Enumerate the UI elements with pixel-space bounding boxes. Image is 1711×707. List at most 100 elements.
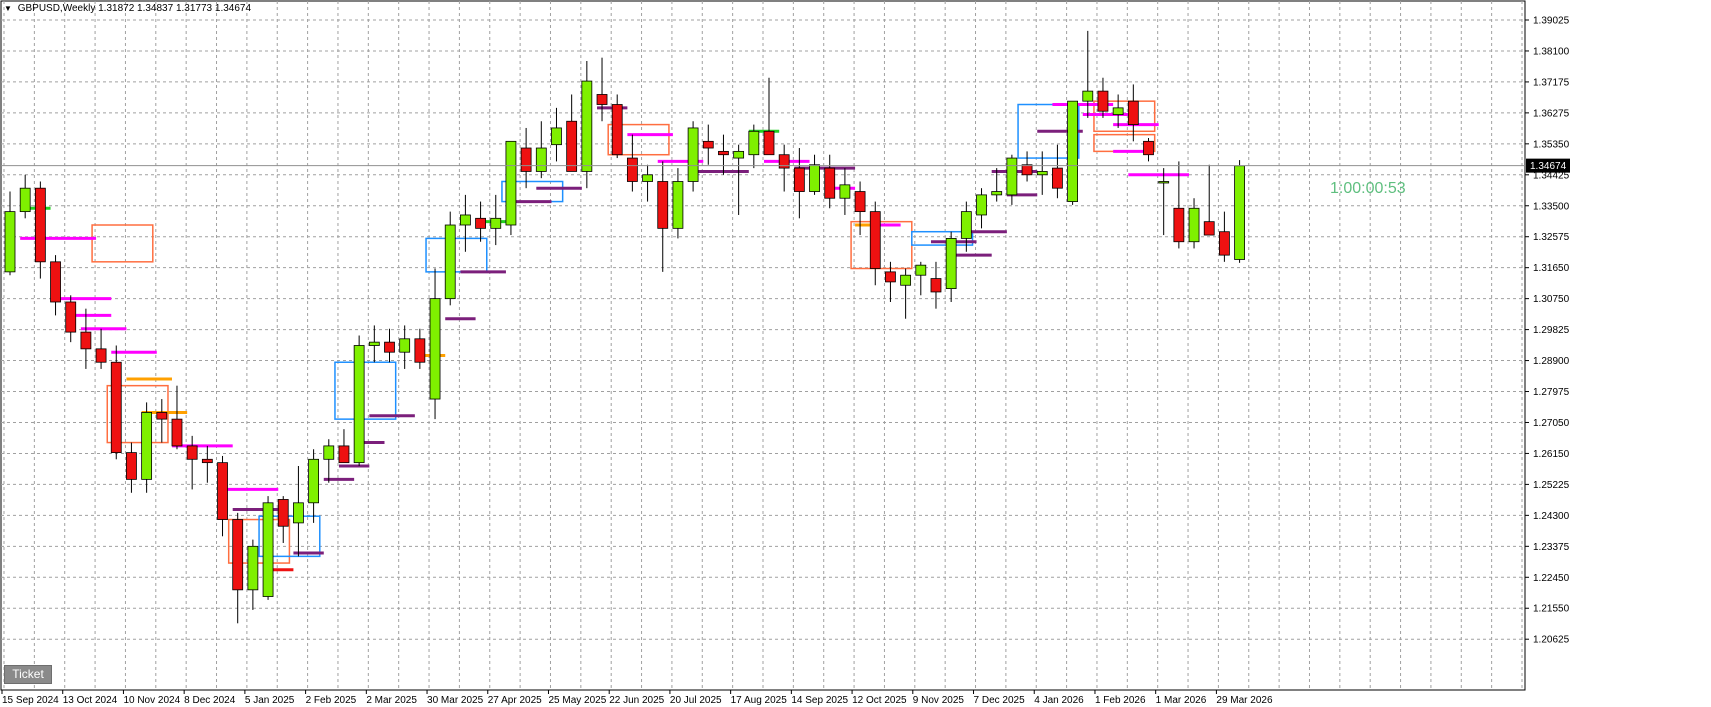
candle-body (262, 502, 274, 597)
y-tick-label: 1.29825 (1533, 325, 1570, 336)
candle-body (839, 184, 851, 199)
candle-body (1234, 165, 1245, 260)
x-tick-label: 13 Oct 2024 (63, 695, 118, 706)
candle-body (475, 217, 486, 229)
candle-body (1052, 167, 1063, 189)
symbol-label: GBPUSD,Weekly (17, 3, 96, 14)
candle-body (930, 278, 942, 293)
x-tick-label: 29 Mar 2026 (1216, 695, 1273, 706)
y-tick-label: 1.21550 (1533, 604, 1570, 615)
candle-body (626, 157, 638, 182)
x-tick-label: 9 Nov 2025 (913, 695, 965, 706)
candle-body (19, 187, 31, 213)
y-tick-label: 1.38100 (1533, 46, 1570, 57)
price-chart[interactable]: 1.390251.381001.371751.362751.353501.344… (0, 0, 1711, 707)
candle-body (1188, 207, 1200, 243)
y-tick-label: 1.39025 (1533, 16, 1570, 27)
y-tick-label: 1.33500 (1533, 201, 1570, 212)
candle-body (869, 211, 881, 269)
candle-body (95, 348, 107, 363)
y-tick-label: 1.37175 (1533, 77, 1570, 88)
candle-body (763, 130, 775, 156)
candle-body (718, 150, 729, 156)
candle-body (1097, 90, 1109, 112)
candle-body (399, 338, 411, 353)
y-tick-label: 1.24300 (1533, 511, 1570, 522)
candle-body (1219, 231, 1230, 256)
candle-body (232, 519, 244, 591)
candle-body (1082, 90, 1094, 102)
y-tick-label: 1.27975 (1533, 387, 1570, 398)
candle-body (657, 181, 669, 229)
x-tick-label: 27 Apr 2025 (488, 695, 542, 706)
x-tick-label: 5 Jan 2025 (245, 695, 295, 706)
candle-body (414, 338, 426, 363)
candle-body (384, 341, 395, 353)
candle-body (748, 130, 760, 156)
candle-body (611, 104, 623, 156)
candle-body (110, 361, 122, 454)
candle-body (900, 274, 912, 286)
candle-body (444, 224, 456, 300)
candle-body (535, 147, 547, 172)
candle-body (581, 80, 593, 172)
candle-body (1127, 100, 1139, 125)
candle-body (885, 271, 896, 283)
x-tick-label: 15 Sep 2024 (2, 695, 59, 706)
x-tick-label: 2 Mar 2025 (366, 695, 417, 706)
chart-header: ▼ GBPUSD,Weekly 1.31872 1.34837 1.31773 … (4, 3, 251, 14)
candle-body (945, 237, 957, 289)
candle-countdown: 1:00:00:53 (1330, 180, 1406, 197)
candle-body (50, 261, 61, 303)
candle-body (596, 94, 608, 105)
candle-body (1143, 140, 1154, 156)
candle-body (186, 445, 198, 460)
collapse-arrow-icon[interactable]: ▼ (4, 4, 12, 13)
candle-body (156, 412, 168, 420)
candle-body (505, 140, 517, 226)
candle-body (141, 412, 153, 480)
y-tick-label: 1.23375 (1533, 542, 1570, 553)
x-tick-label: 2 Feb 2025 (306, 695, 357, 706)
y-tick-label: 1.35350 (1533, 139, 1570, 150)
candle-body (490, 217, 502, 229)
candle-body (323, 445, 335, 460)
candle-body (247, 545, 259, 591)
candle-body (429, 298, 441, 400)
candle-body (1112, 107, 1124, 115)
x-tick-label: 17 Aug 2025 (731, 695, 788, 706)
candle-body (277, 499, 289, 527)
y-tick-label: 1.28900 (1533, 356, 1570, 367)
candle-body (1067, 100, 1078, 202)
x-tick-label: 1 Mar 2026 (1156, 695, 1207, 706)
candle-body (126, 452, 137, 480)
candle-body (1006, 157, 1018, 196)
candle-body (520, 147, 532, 172)
candle-body (824, 167, 836, 199)
candle-body (1158, 181, 1170, 184)
candle-body (459, 214, 471, 226)
y-tick-label: 1.30750 (1533, 294, 1570, 305)
candle-body (793, 167, 805, 192)
y-tick-label: 1.32575 (1533, 232, 1570, 243)
y-tick-label: 1.25225 (1533, 480, 1570, 491)
candle-body (338, 445, 350, 464)
candle-body (217, 462, 228, 520)
candle-body (854, 191, 866, 213)
candle-body (687, 127, 699, 182)
x-tick-label: 7 Dec 2025 (974, 695, 1026, 706)
candle-body (4, 211, 16, 273)
candle-body (566, 120, 578, 172)
candle-body (551, 127, 562, 146)
x-tick-label: 1 Feb 2026 (1095, 695, 1146, 706)
candle-body (34, 187, 46, 263)
candle-body (809, 164, 820, 192)
candle-body (368, 341, 380, 346)
ohlc-values: 1.31872 1.34837 1.31773 1.34674 (98, 3, 252, 14)
y-tick-label: 1.27050 (1533, 418, 1570, 429)
y-tick-label: 1.36275 (1533, 108, 1570, 119)
candle-body (991, 191, 1003, 196)
ticket-button[interactable]: Ticket (4, 665, 52, 684)
candle-body (1036, 171, 1048, 176)
candle-body (308, 458, 320, 504)
